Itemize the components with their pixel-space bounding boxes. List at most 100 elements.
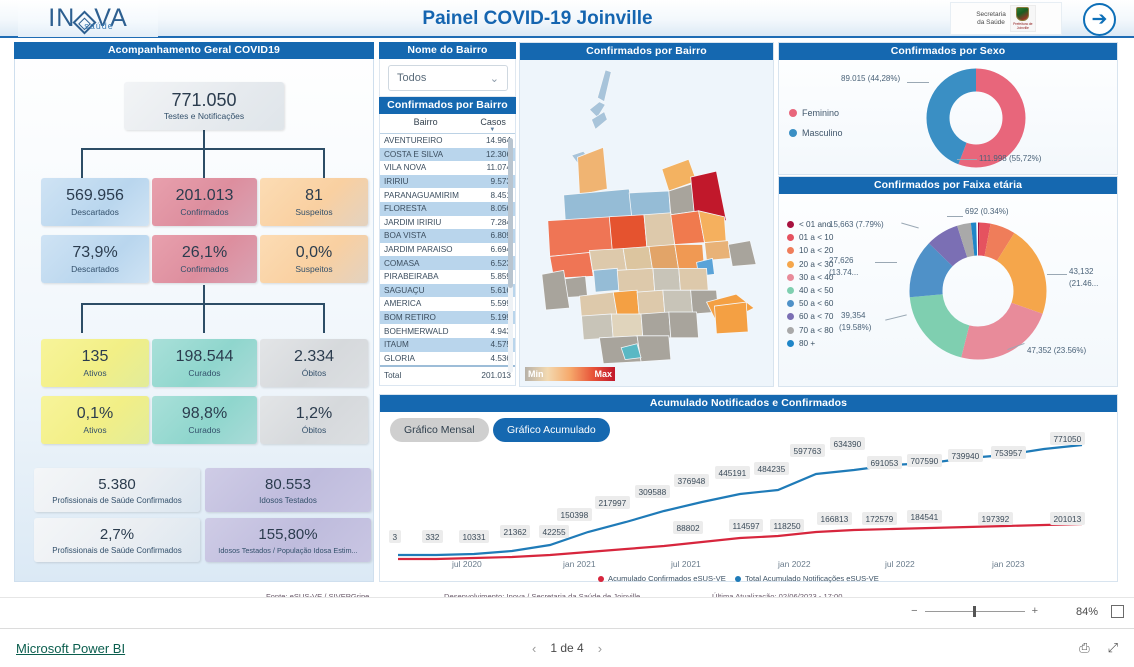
col-header-casos[interactable]: Casos ▼	[471, 114, 515, 134]
acumulado-line-chart[interactable]	[380, 412, 1117, 582]
linechart-legend-confirmados[interactable]: Acumulado Confirmados eSUS-VE	[598, 574, 726, 583]
bairro-table-scrollbar[interactable]	[508, 138, 513, 373]
stat-label: Confirmados	[180, 207, 229, 217]
zoom-out-button[interactable]: −	[911, 605, 917, 617]
sexo-chart-body[interactable]: Feminino Masculino 89.015 (44,28%) 111.9…	[779, 60, 1117, 174]
stat-testes-notificacoes[interactable]: 771.050 Testes e Notificações	[124, 82, 284, 130]
data-label-blue: 691053	[867, 456, 902, 469]
legend-label: 10 a < 20	[799, 246, 834, 256]
zoom-in-button[interactable]: +	[1032, 605, 1038, 617]
stat-ativos-count[interactable]: 135 Ativos	[41, 339, 149, 387]
scrollbar-thumb[interactable]	[508, 138, 513, 288]
share-icon[interactable]: ⎙	[1079, 640, 1089, 656]
legend-color-dot-icon	[787, 234, 794, 242]
table-row[interactable]: FLORESTA 8.056	[380, 201, 515, 216]
fit-to-page-icon[interactable]	[1111, 605, 1124, 618]
linechart-legend-notificacoes[interactable]: Total Acumulado Notificações eSUS-VE	[735, 574, 879, 583]
legend-item-age-1[interactable]: 01 a < 10	[787, 233, 833, 242]
col-header-bairro[interactable]: Bairro	[380, 114, 472, 134]
legend-item-age-9[interactable]: 80 +	[787, 339, 833, 348]
chevron-right-icon[interactable]: ›	[598, 641, 602, 656]
table-row[interactable]: COSTA E SILVA 12.306	[380, 147, 515, 162]
panel-nome-bairro: Nome do Bairro	[379, 42, 516, 59]
map-region	[668, 311, 700, 339]
table-row[interactable]: COMASA 6.523	[380, 256, 515, 270]
stat-curados-pct[interactable]: 98,8% Curados	[152, 396, 257, 444]
connector-v-left	[81, 148, 83, 178]
callout-50to60-a: 27,626	[829, 256, 854, 265]
stat-descartados-pct[interactable]: 73,9% Descartados	[41, 235, 149, 283]
data-label-red: 166813	[817, 512, 852, 525]
stat-profissionais-count[interactable]: 5.380 Profissionais de Saúde Confirmados	[34, 468, 200, 512]
expand-icon[interactable]: ⤢	[1108, 640, 1118, 656]
connector-v-mid	[203, 148, 205, 178]
stat-descartados-count[interactable]: 569.956 Descartados	[41, 178, 149, 226]
data-label-blue: 150398	[557, 508, 592, 521]
table-row[interactable]: PIRABEIRABA 5.859	[380, 270, 515, 284]
connector-v-top	[203, 130, 205, 148]
powerbi-brand-link[interactable]: Microsoft Power BI	[16, 641, 125, 656]
stat-profissionais-pct[interactable]: 2,7% Profissionais de Saúde Confirmados	[34, 518, 200, 562]
legend-item-age-7[interactable]: 60 a < 70	[787, 312, 833, 321]
bairro-table-wrapper[interactable]: Bairro Casos ▼ AVENTUREIRO 14.964 COSTA E…	[379, 114, 516, 386]
stat-suspeitos-pct[interactable]: 0,0% Suspeitos	[260, 235, 368, 283]
table-row[interactable]: ITAUM 4.575	[380, 337, 515, 352]
stat-label: Curados	[188, 425, 221, 435]
map-body[interactable]: Min Max	[520, 60, 773, 386]
table-row[interactable]: GLORIA 4.536	[380, 352, 515, 367]
stat-idosos-pct[interactable]: 155,80% Idosos Testados / População Idos…	[205, 518, 371, 562]
callout-20to30-b: (21.46...	[1069, 279, 1099, 288]
legend-item-age-4[interactable]: 30 a < 40	[787, 273, 833, 282]
legend-label: 50 a < 60	[799, 299, 834, 309]
stat-obitos-count[interactable]: 2.334 Óbitos	[260, 339, 368, 387]
table-row[interactable]: BOEHMERWALD 4.943	[380, 324, 515, 338]
table-row[interactable]: BOA VISTA 6.809	[380, 229, 515, 243]
stat-value: 135	[81, 348, 109, 365]
stat-confirmados-pct[interactable]: 26,1% Confirmados	[152, 235, 257, 283]
stat-suspeitos-count[interactable]: 81 Suspeitos	[260, 178, 368, 226]
legend-item-age-6[interactable]: 50 a < 60	[787, 299, 833, 308]
joinville-choropleth-map[interactable]	[520, 60, 773, 385]
data-label-blue: 739940	[948, 449, 983, 462]
map-region	[727, 240, 757, 267]
data-label-blue: 10331	[459, 530, 490, 543]
zoom-slider-thumb[interactable]	[972, 605, 976, 617]
table-row[interactable]: AMERICA 5.599	[380, 297, 515, 311]
table-row[interactable]: JARDIM PARAISO 6.694	[380, 243, 515, 257]
data-label-red: 172579	[862, 512, 897, 525]
legend-item-age-5[interactable]: 40 a < 50	[787, 286, 833, 295]
stat-obitos-pct[interactable]: 1,2% Óbitos	[260, 396, 368, 444]
stat-value: 0,0%	[295, 244, 333, 261]
stat-value: 198.544	[175, 348, 234, 365]
chevron-left-icon[interactable]: ‹	[532, 641, 536, 656]
next-page-arrow-button[interactable]: ➔	[1083, 3, 1116, 36]
table-row[interactable]: PARANAGUAMIRIM 8.451	[380, 188, 515, 202]
linechart-body[interactable]: Gráfico Mensal Gráfico Acumulado 3 332 1…	[380, 412, 1117, 583]
legend-item-age-0[interactable]: < 01 ano	[787, 220, 833, 229]
data-label-blue: 3	[389, 530, 401, 543]
table-row[interactable]: AVENTUREIRO 14.964	[380, 134, 515, 148]
legend-item-age-3[interactable]: 20 a < 30	[787, 260, 833, 269]
page-indicator: 1 de 4	[550, 641, 584, 655]
table-row[interactable]: VILA NOVA 11.074	[380, 161, 515, 175]
powerbi-zoom-bar: − + 84%	[0, 597, 1134, 628]
stat-idosos-testados-count[interactable]: 80.553 Idosos Testados	[205, 468, 371, 512]
zoom-control[interactable]: − +	[911, 605, 1038, 617]
data-label-red: 197392	[978, 512, 1013, 525]
table-row[interactable]: BOM RETIRO 5.199	[380, 310, 515, 325]
table-row[interactable]: IRIRIU 9.573	[380, 174, 515, 189]
map-region	[643, 212, 676, 249]
faixa-etaria-chart-body[interactable]: < 01 ano 01 a < 10 10 a < 20 20 a < 30 3…	[779, 194, 1117, 386]
legend-item-masculino[interactable]: Masculino	[789, 128, 843, 138]
stat-ativos-pct[interactable]: 0,1% Ativos	[41, 396, 149, 444]
stat-curados-count[interactable]: 198.544 Curados	[152, 339, 257, 387]
zoom-slider-track[interactable]	[924, 605, 1025, 617]
legend-item-age-8[interactable]: 70 a < 80	[787, 326, 833, 335]
stat-label: Descartados	[71, 207, 119, 217]
legend-item-age-2[interactable]: 10 a < 20	[787, 246, 833, 255]
stat-confirmados-count[interactable]: 201.013 Confirmados	[152, 178, 257, 226]
table-row[interactable]: SAGUAÇU 5.616	[380, 283, 515, 298]
bairro-select-dropdown[interactable]: Todos ⌄	[388, 65, 508, 91]
legend-item-feminino[interactable]: Feminino	[789, 108, 843, 118]
table-row[interactable]: JARDIM IRIRIU 7.284	[380, 216, 515, 230]
